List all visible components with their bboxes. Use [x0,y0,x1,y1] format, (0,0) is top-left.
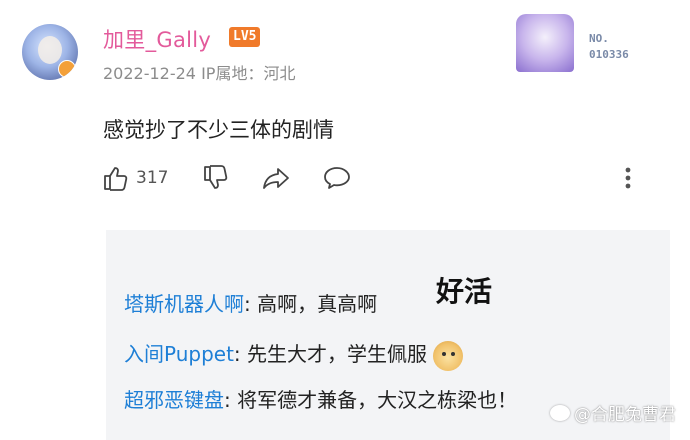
thumbs-down-icon [202,164,230,192]
reply-item[interactable]: 塔斯机器人啊: 高啊，真高啊 [124,288,377,317]
more-vertical-icon [624,166,632,190]
doge-emoji-icon [433,340,464,371]
comment-text: 感觉抄了不少三体的剧情 [103,118,334,142]
fan-badge-card[interactable]: NO. 010336 [514,14,649,72]
post-meta: 2022-12-24 IP属地：河北 [103,60,295,84]
share-icon [261,164,291,192]
more-button[interactable] [624,166,632,190]
thumbs-up-icon [102,164,130,192]
avatar-badge-icon [58,60,76,78]
fan-badge-number: 010336 [589,48,629,61]
like-button[interactable]: 317 [102,164,168,192]
username[interactable]: 加里_Gally [103,24,211,54]
avatar-face [38,36,62,64]
user-avatar[interactable] [22,24,78,80]
like-count: 317 [136,168,169,188]
reply-author[interactable]: 塔斯机器人啊 [124,292,244,316]
haohuo-sticker: 好活 [436,275,493,308]
reply-item[interactable]: 超邪恶键盘: 将军德才兼备，大汉之栋梁也！ [124,384,517,413]
comment-button[interactable] [322,164,352,192]
level-badge: LV5 [229,27,261,47]
watermark: @合肥兔曹君 [550,400,676,425]
share-button[interactable] [261,164,291,192]
fan-badge-no: NO. [589,32,609,45]
ip-location: IP属地：河北 [201,64,296,83]
reply-author[interactable]: 超邪恶键盘 [124,388,224,412]
fan-badge-label: NO. 010336 [589,31,629,63]
reply-author[interactable]: 入间Puppet [124,342,234,366]
reply-text: : 将军德才兼备，大汉之栋梁也！ [224,388,518,412]
watermark-text: @合肥兔曹君 [574,405,676,425]
reply-text: : 先生大才，学生佩服 [233,342,428,366]
action-bar: 317 [100,162,660,196]
reply-text: : 高啊，真高啊 [244,292,378,316]
post-date: 2022-12-24 [103,64,196,83]
dislike-button[interactable] [202,164,230,192]
fan-badge-figure-icon [516,14,574,72]
comment-icon [322,164,352,192]
weibo-logo-icon [550,404,570,421]
reply-item[interactable]: 入间Puppet: 先生大才，学生佩服 [124,338,464,371]
